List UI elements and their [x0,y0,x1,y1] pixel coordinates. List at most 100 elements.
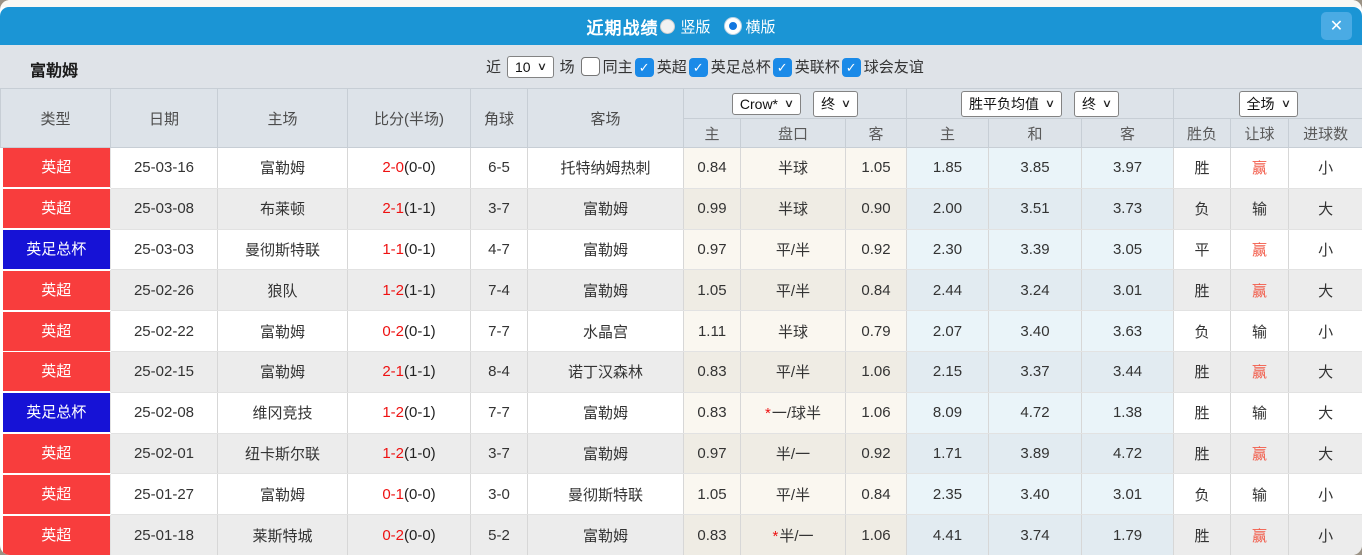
sub-header-avg-home: 主 [906,118,990,148]
cell-handicap-result: 输 [1230,473,1290,516]
league-checkbox-label-3[interactable]: 球会友谊 [864,59,924,76]
full-match-select[interactable]: 全场 ∨ [1238,90,1298,117]
table-row: 英足总杯 25-03-03 曼彻斯特联 1-1(0-1) 4-7 富勒姆 0.97 平/半 0.… [0,229,1362,271]
table-row: 英超 25-02-15 富勒姆 2-1(1-1) 8-4 诺丁汉森林 0.83 平/半 1.06… [0,351,1362,393]
cell-date: 25-01-18 [110,514,218,555]
cell-away-team: 曼彻斯特联 [527,473,684,516]
cell-handicap: 平/半 [740,473,846,516]
cell-home-odds: 0.97 [683,229,741,271]
cell-handicap: *一/球半 [740,392,846,434]
league-badge: 英超 [2,270,110,310]
cell-home-team: 富勒姆 [217,310,348,352]
cell-away-team: 富勒姆 [527,433,684,475]
full-time-score: 0-2 [382,526,404,544]
cell-home-odds: 0.83 [683,392,741,434]
half-time-score: (1-0) [404,444,436,462]
full-time-score: 0-2 [382,322,404,340]
league-checkbox-2[interactable]: ✓ [772,58,792,78]
cell-home-odds: 0.83 [683,351,741,393]
bookmaker-select[interactable]: Crow* ∨ [731,92,802,115]
cell-league: 英超 [0,514,111,555]
handicap-change-star: * [764,405,771,423]
cell-avg-home: 1.71 [906,433,990,475]
table-row: 英超 25-02-01 纽卡斯尔联 1-2(1-0) 3-7 富勒姆 0.97 半/一 0.92… [0,433,1362,475]
table-row: 英超 25-01-18 莱斯特城 0-2(0-0) 5-2 富勒姆 0.83 *半/一 1.06… [0,514,1362,555]
cell-avg-away: 3.01 [1081,269,1175,312]
cell-home-team: 维冈竞技 [217,392,348,434]
odds-stage-select[interactable]: 终 ∨ [813,90,859,117]
top-strip [0,0,1362,7]
cell-result: 胜 [1173,433,1232,475]
cell-avg-home: 2.00 [906,188,990,230]
league-checkbox-3[interactable]: ✓ [841,58,861,78]
half-time-score: (1-1) [404,200,436,218]
filter-bar: 富勒姆 近 10 ∨ 场 同主 ✓ 英超 ✓ 英足总杯 ✓ 英联杯 ✓ 球会友谊 [0,45,1362,88]
cell-corners: 7-7 [470,392,528,434]
cell-handicap-result: 赢 [1230,433,1290,475]
cell-avg-away: 3.44 [1081,351,1175,393]
table-row: 英超 25-03-08 布莱顿 2-1(1-1) 3-7 富勒姆 0.99 半球 0.90 2.0… [0,188,1362,230]
half-time-score: (0-1) [404,240,436,258]
cell-corners: 7-4 [470,269,528,312]
cell-home-odds: 1.05 [683,269,741,312]
league-badge: 英超 [2,433,110,473]
sub-header-avg-away: 客 [1081,118,1175,148]
cell-handicap-result: 赢 [1230,147,1290,189]
cell-avg-away: 3.73 [1081,188,1175,230]
league-checkbox-label-2[interactable]: 英联杯 [795,59,840,76]
league-checkbox-label-1[interactable]: 英足总杯 [711,59,771,76]
cell-league: 英足总杯 [0,392,111,434]
league-checkbox-0[interactable]: ✓ [634,58,654,78]
cell-date: 25-03-03 [110,229,218,271]
avg-stage-select[interactable]: 终 ∨ [1074,90,1120,117]
cell-league: 英超 [0,473,111,516]
cell-handicap: 平/半 [740,351,846,393]
near-label: 近 [486,59,502,76]
cell-home-team: 纽卡斯尔联 [217,433,348,475]
same-home-checkbox[interactable] [580,57,600,76]
cell-corners: 3-7 [470,188,528,230]
league-checkbox-1[interactable]: ✓ [688,58,708,78]
cell-avg-home: 2.07 [906,310,990,352]
cell-goals-result: 大 [1288,269,1362,312]
cell-away-odds: 0.84 [845,473,908,516]
cell-avg-home: 2.30 [906,229,990,271]
cell-home-odds: 1.11 [683,310,741,352]
match-count-select[interactable]: 10 ∨ [507,55,554,78]
league-badge: 英足总杯 [2,229,110,269]
cell-result: 负 [1173,188,1232,230]
cell-date: 25-02-08 [110,392,218,434]
cell-result: 胜 [1173,351,1232,393]
cell-score: 1-2(1-0) [347,433,471,475]
full-time-score: 2-1 [382,363,404,381]
cell-away-odds: 0.79 [845,310,908,352]
half-time-score: (0-0) [404,485,436,503]
sub-header-handicap: 盘口 [740,118,846,148]
radio-vertical-layout[interactable] [660,18,676,34]
avg-group-header: 胜平负均值 ∨ 终 ∨ [906,88,1175,119]
cell-handicap-result: 赢 [1230,269,1290,312]
filter-controls: 近 10 ∨ 场 同主 ✓ 英超 ✓ 英足总杯 ✓ 英联杯 ✓ 球会友谊 [486,45,924,88]
cell-handicap-result: 赢 [1230,514,1290,555]
cell-goals-result: 小 [1288,229,1362,271]
cell-home-team: 狼队 [217,269,348,312]
cell-result: 胜 [1173,269,1232,312]
cell-result: 负 [1173,473,1232,516]
dialog-title: 近期战绩 [586,18,659,38]
cell-away-odds: 0.92 [845,229,908,271]
close-icon[interactable]: ✕ [1321,12,1352,40]
cell-corners: 4-7 [470,229,528,271]
league-checkbox-label-0[interactable]: 英超 [657,59,687,76]
league-badge: 英超 [2,515,110,555]
cell-league: 英超 [0,269,111,312]
radio-horizontal-label[interactable]: 横版 [746,16,776,37]
radio-vertical-label[interactable]: 竖版 [680,16,710,37]
half-time-score: (0-0) [404,159,436,177]
cell-score: 2-1(1-1) [347,188,471,230]
radio-horizontal-layout[interactable] [724,18,741,34]
sub-header-avg-draw: 和 [988,118,1083,148]
cell-league: 英超 [0,433,111,475]
avg-type-select[interactable]: 胜平负均值 ∨ [960,90,1063,117]
same-home-label[interactable]: 同主 [603,56,633,77]
col-header-type: 类型 [0,88,111,148]
